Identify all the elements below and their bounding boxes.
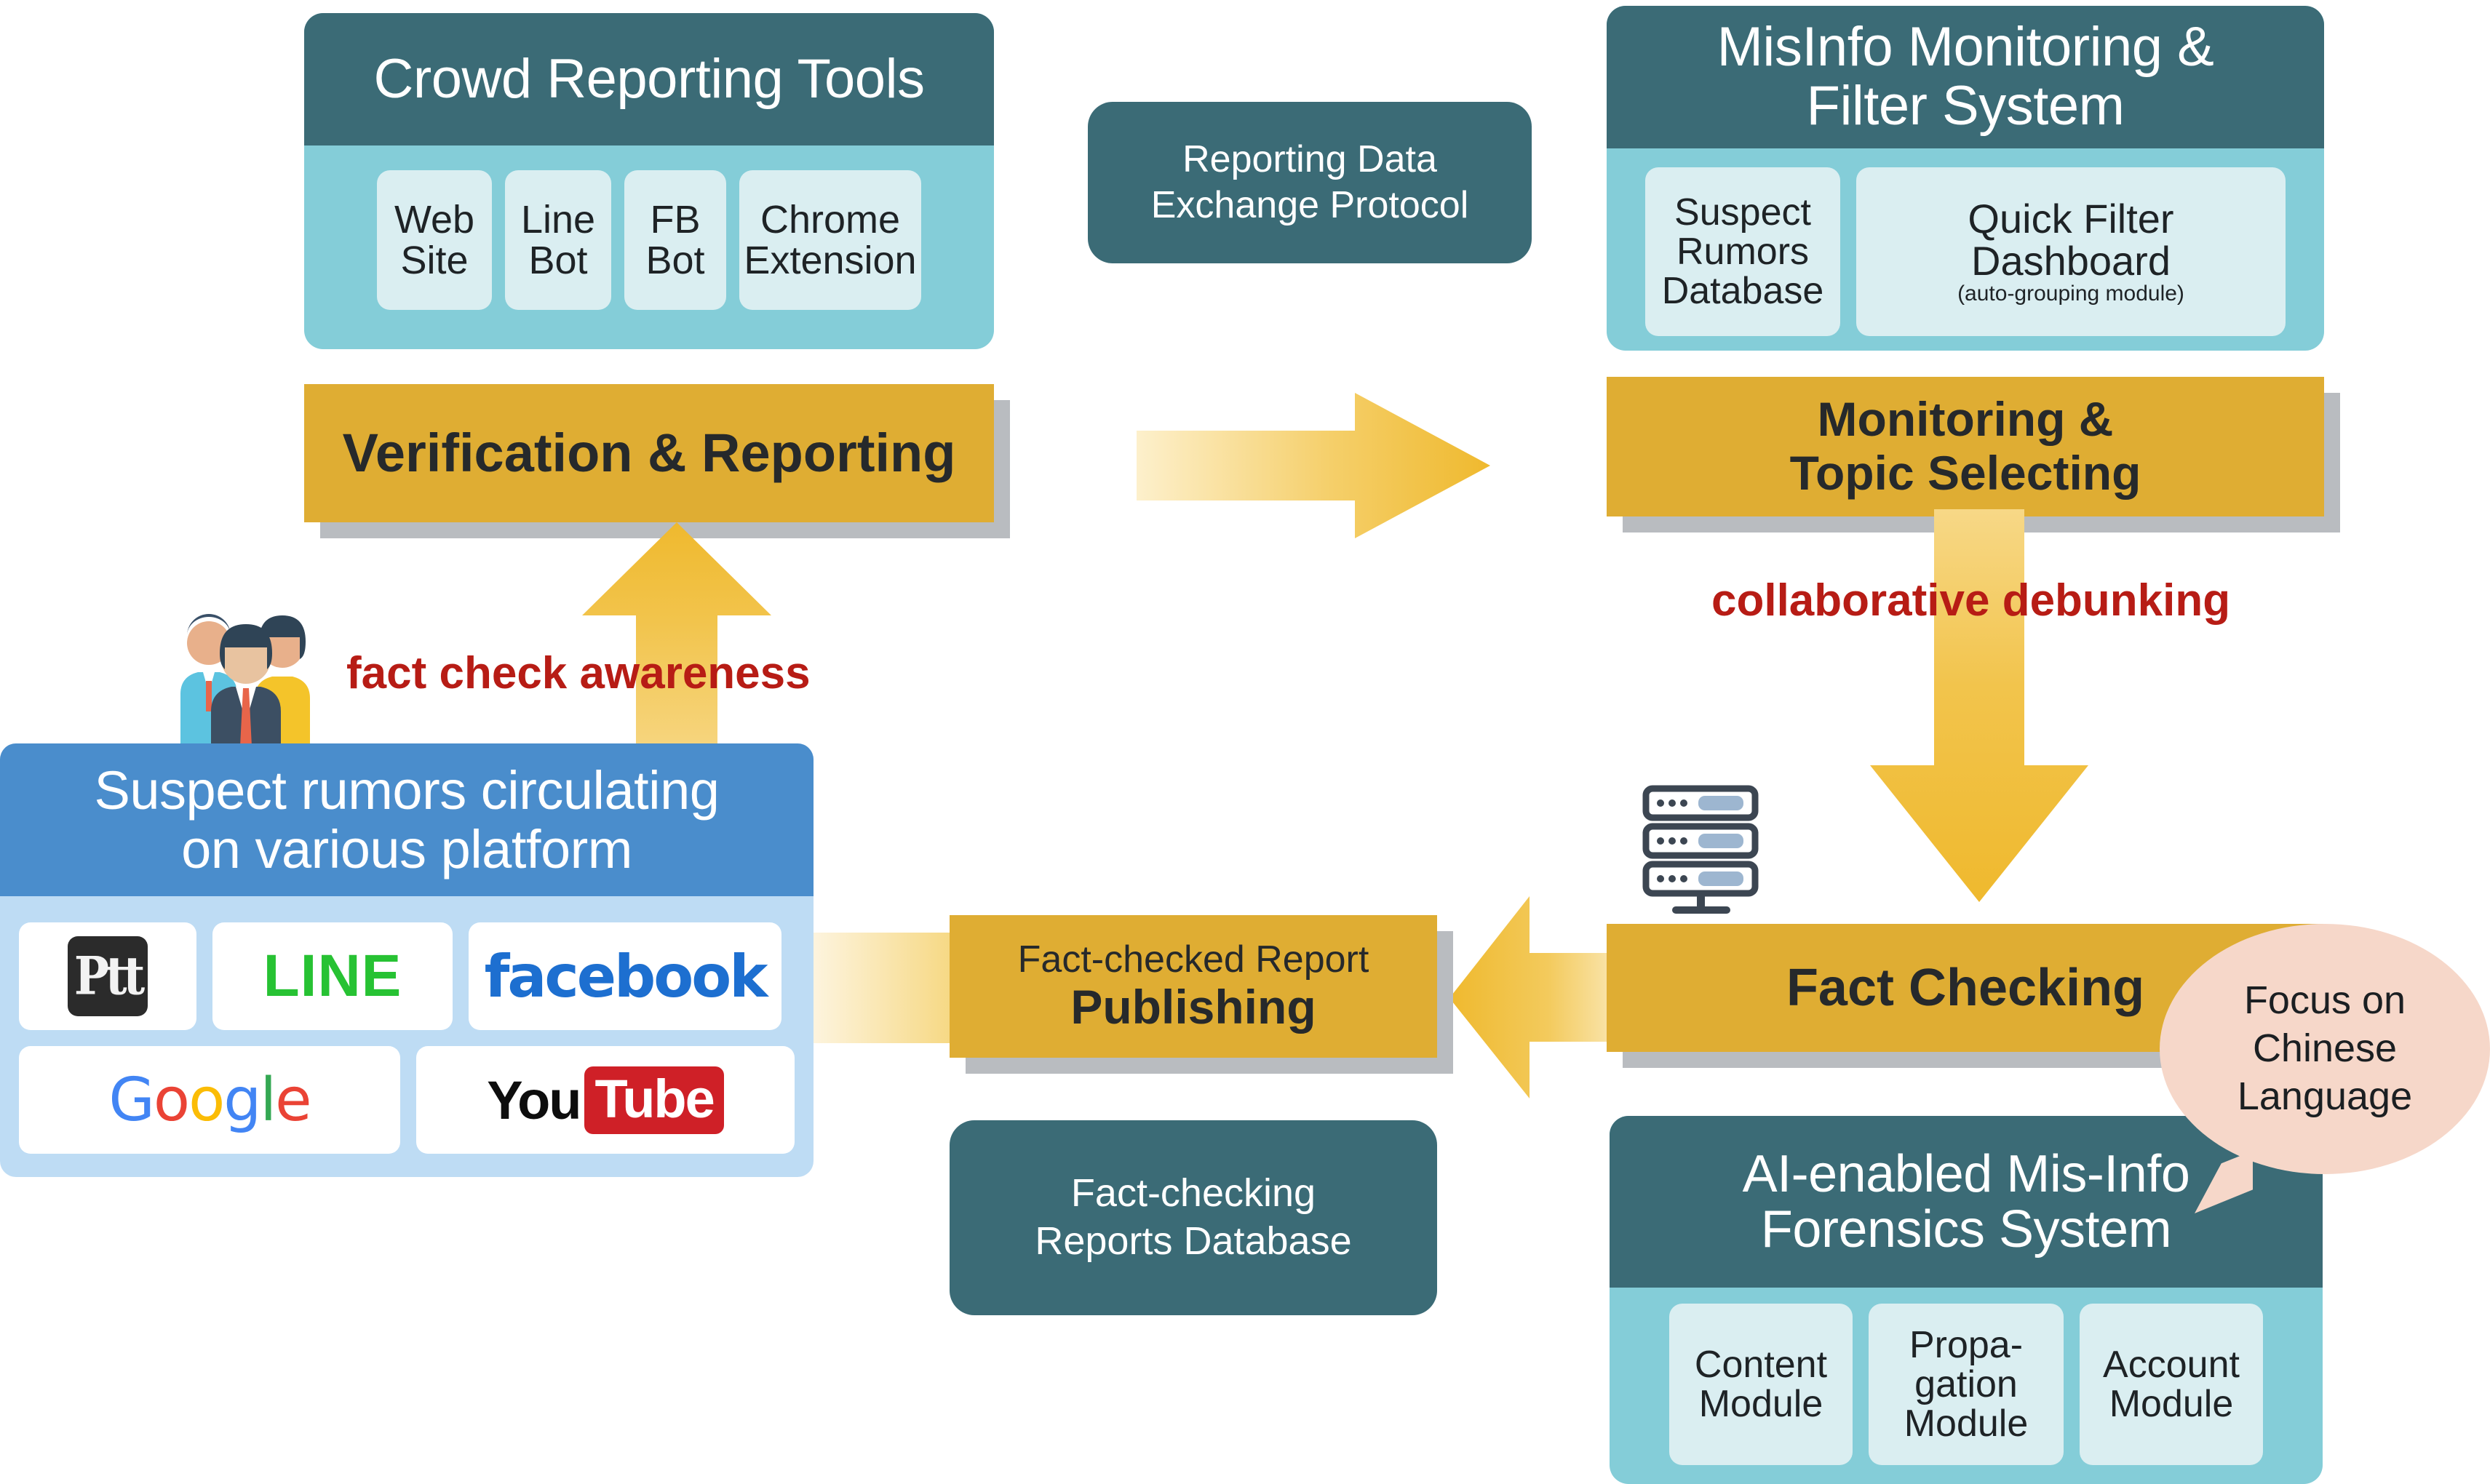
chip-propagation-module[interactable]: Propa- gation Module: [1869, 1304, 2064, 1465]
youtube-logo: You Tube: [487, 1066, 724, 1134]
chip-label-line2: Module: [2109, 1383, 2234, 1425]
monitoring-line2: Topic Selecting: [1789, 446, 2141, 500]
misinfo-title-line2: Filter System: [1806, 75, 2125, 137]
ptt-label: Ptt: [73, 946, 145, 1007]
fact-check-awareness-label: fact check awareness: [346, 648, 811, 698]
forensics-title-line1: AI-enabled Mis-Info: [1742, 1144, 2190, 1203]
protocol-line2: Exchange Protocol: [1150, 184, 1469, 226]
people-group-icon: [169, 601, 323, 746]
fact-checking-reports-database-box: Fact-checking Reports Database: [950, 1120, 1437, 1315]
chip-label-line1: Propa-: [1909, 1323, 2024, 1366]
callout-line2: Chinese: [2252, 1026, 2398, 1071]
bar-face: Monitoring & Topic Selecting: [1607, 377, 2324, 516]
db-line1: Fact-checking: [1070, 1171, 1316, 1216]
chip-label-sub: (auto-grouping module): [1957, 282, 2184, 306]
chip-label-line1: Quick Filter: [1968, 196, 2174, 242]
protocol-line1: Reporting Data: [1182, 137, 1437, 180]
chip-label-line2: Site: [400, 239, 469, 282]
chip-label-line1: Web: [394, 197, 475, 242]
chip-fb-bot[interactable]: FB Bot: [624, 170, 726, 310]
arrow-down-icon: [1870, 509, 2088, 902]
platform-logo-ptt[interactable]: Ptt: [19, 922, 196, 1030]
line-logo-text: LINE: [263, 943, 402, 1009]
youtube-tube: Tube: [584, 1066, 724, 1134]
bar-face: Fact-checked Report Publishing: [950, 915, 1437, 1058]
callout-line1: Focus on: [2243, 978, 2406, 1023]
misinfo-monitoring-title: MisInfo Monitoring & Filter System: [1607, 6, 2324, 148]
chip-web-site[interactable]: Web Site: [377, 170, 492, 310]
callout-oval: Focus on Chinese Language: [2160, 924, 2490, 1174]
chip-label-line1: Content: [1694, 1343, 1828, 1386]
reporting-data-exchange-protocol-box: Reporting Data Exchange Protocol: [1088, 102, 1532, 263]
platform-logo-google[interactable]: Google: [19, 1046, 400, 1154]
chip-account-module[interactable]: Account Module: [2080, 1304, 2263, 1465]
chip-line-bot[interactable]: Line Bot: [505, 170, 611, 310]
chip-label-line2: Dashboard: [1971, 238, 2171, 284]
chip-quick-filter-dashboard[interactable]: Quick Filter Dashboard (auto-grouping mo…: [1856, 167, 2286, 336]
callout-line3: Language: [2237, 1074, 2413, 1118]
focus-on-chinese-language-callout: Focus on Chinese Language: [2160, 924, 2490, 1213]
chip-label-line2: gation: [1914, 1363, 2018, 1405]
misinfo-title-line1: MisInfo Monitoring &: [1717, 16, 2214, 79]
platform-logo-facebook[interactable]: facebook: [469, 922, 781, 1030]
arrow-up-icon: [582, 522, 771, 770]
verification-reporting-bar[interactable]: Verification & Reporting: [304, 384, 1010, 538]
google-logo-text: Google: [108, 1065, 311, 1135]
ptt-icon: Ptt: [68, 936, 148, 1016]
facebook-logo-text: facebook: [484, 942, 768, 1010]
chip-label-line3: Module: [1904, 1403, 2029, 1445]
misinfo-monitoring-filter-panel: MisInfo Monitoring & Filter System Suspe…: [1607, 6, 2324, 351]
platform-logo-youtube[interactable]: You Tube: [415, 1046, 795, 1154]
chip-label-line2: Bot: [528, 239, 588, 282]
chip-content-module[interactable]: Content Module: [1669, 1304, 1853, 1465]
chip-label-line2: Rumors: [1676, 230, 1810, 273]
publishing-line2: Publishing: [1070, 980, 1316, 1034]
suspect-rumors-title: Suspect rumors circulating on various pl…: [0, 743, 814, 896]
fact-checking-label: Fact Checking: [1786, 958, 2145, 1017]
forensics-title-line2: Forensics System: [1760, 1200, 2172, 1258]
bar-face: Verification & Reporting: [304, 384, 994, 522]
platform-logo-line[interactable]: LINE: [212, 922, 453, 1030]
suspect-rumors-line2: on various platform: [181, 819, 632, 879]
verification-label: Verification & Reporting: [342, 422, 956, 483]
arrow-right-icon: [1137, 393, 1490, 538]
monitoring-line1: Monitoring &: [1817, 392, 2114, 447]
fact-checked-report-publishing-bar[interactable]: Fact-checked Report Publishing: [950, 915, 1453, 1074]
collaborative-debunking-label: collaborative debunking: [1711, 575, 2231, 626]
youtube-you: You: [487, 1069, 581, 1130]
chip-label-line1: FB: [650, 197, 701, 242]
suspect-rumors-line1: Suspect rumors circulating: [94, 759, 720, 821]
chip-suspect-rumors-database[interactable]: Suspect Rumors Database: [1645, 167, 1840, 336]
chip-label-line1: Chrome: [760, 197, 901, 242]
arrow-left-tail-icon: [814, 933, 959, 1043]
db-line2: Reports Database: [1035, 1219, 1352, 1263]
monitoring-topic-selecting-bar[interactable]: Monitoring & Topic Selecting Monitoring …: [1607, 377, 2340, 532]
chip-label-line2: Bot: [645, 239, 705, 282]
chip-label-line1: Suspect: [1674, 191, 1811, 234]
publishing-line1: Fact-checked Report: [1017, 938, 1369, 981]
chip-label-line1: Account: [2103, 1343, 2240, 1386]
chip-label-line2: Extension: [744, 239, 917, 282]
diagram-canvas: Crowd Reporting Tools Web Site Line Bot …: [0, 0, 2490, 1484]
chip-chrome-extension[interactable]: Chrome Extension: [739, 170, 921, 310]
suspect-rumors-panel: Suspect rumors circulating on various pl…: [0, 743, 814, 1177]
chip-label-line1: Line: [520, 197, 596, 242]
crowd-reporting-tools-title: Crowd Reporting Tools: [304, 13, 994, 145]
server-stack-icon: [1633, 784, 1778, 914]
chip-label-line3: Database: [1661, 270, 1824, 313]
crowd-reporting-tools-panel: Crowd Reporting Tools Web Site Line Bot …: [304, 13, 994, 349]
chip-label-line2: Module: [1698, 1383, 1823, 1425]
